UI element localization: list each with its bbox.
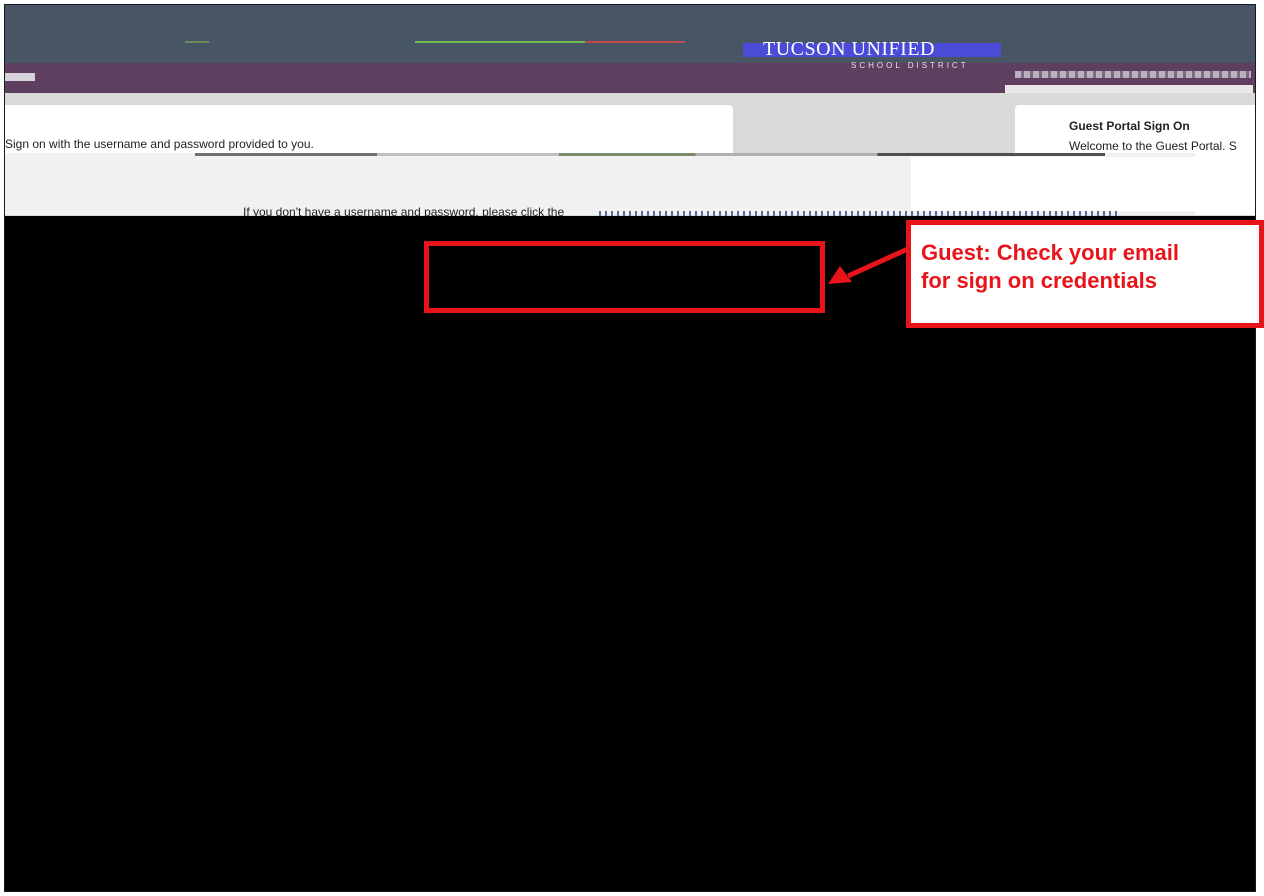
nav-search-box[interactable] <box>1005 85 1253 93</box>
district-logo-subtitle: SCHOOL DISTRICT <box>851 61 969 70</box>
guest-portal-title: Guest Portal Sign On <box>1069 119 1190 133</box>
banner-glitch <box>185 41 209 43</box>
menu-button[interactable] <box>5 73 35 81</box>
guest-portal-welcome: Welcome to the Guest Portal. S <box>1069 139 1237 153</box>
callout-line-2: for sign on credentials <box>921 268 1157 293</box>
rendering-streak <box>195 153 1105 156</box>
callout-line-1: Guest: Check your email <box>921 240 1179 265</box>
content-band <box>5 153 1195 215</box>
banner-glitch <box>415 41 585 43</box>
nav-links-garbled <box>1015 71 1251 78</box>
district-logo: TUCSON UNIFIED <box>763 38 935 60</box>
top-banner: TUCSON UNIFIED <box>5 5 1255 63</box>
annotation-callout: Guest: Check your email for sign on cred… <box>906 220 1264 328</box>
arrow-icon <box>828 245 912 284</box>
banner-glitch <box>585 41 685 43</box>
signon-panel: Sign on with the username and password p… <box>5 105 733 153</box>
screenshot-frame: TUCSON UNIFIED SCHOOL DISTRICT Sign on w… <box>4 4 1256 892</box>
guest-input-area[interactable] <box>911 157 1195 211</box>
nav-bar <box>5 63 1255 93</box>
signon-instruction: Sign on with the username and password p… <box>5 137 314 151</box>
credentials-highlight-box <box>424 241 825 313</box>
